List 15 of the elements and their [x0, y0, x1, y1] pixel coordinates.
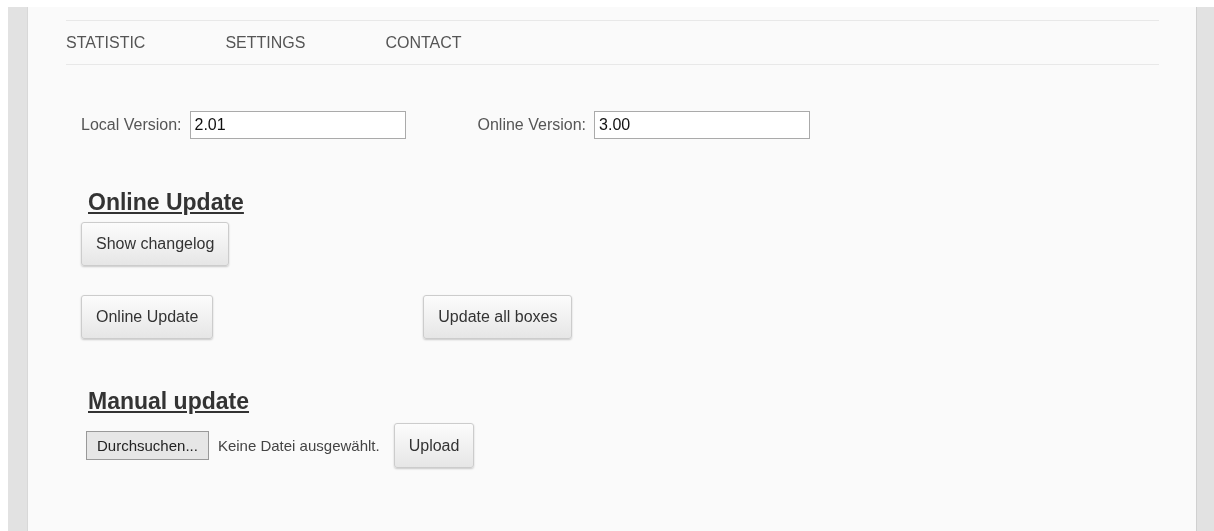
- upload-button[interactable]: Upload: [393, 423, 475, 468]
- update-button[interactable]: Online Update: [81, 295, 214, 339]
- changelog-button[interactable]: Show changelog: [81, 222, 230, 266]
- nav-link[interactable]: CONTACT: [385, 33, 462, 52]
- version-field[interactable]: 3.00: [594, 111, 811, 139]
- nav-link[interactable]: STATISTIC: [66, 33, 146, 52]
- browse-button[interactable]: Durchsuchen...: [86, 431, 209, 460]
- section-heading: Online Update: [88, 188, 245, 216]
- field-label: Local Version:: [81, 116, 182, 134]
- update-button[interactable]: Update all boxes: [423, 295, 573, 339]
- version-field[interactable]: 2.01: [189, 111, 406, 139]
- section-heading: Manual update: [88, 387, 250, 415]
- field-label: Online Version:: [477, 116, 587, 134]
- nav-link[interactable]: SETTINGS: [225, 33, 306, 52]
- file-status: Keine Datei ausgewählt.: [217, 437, 380, 454]
